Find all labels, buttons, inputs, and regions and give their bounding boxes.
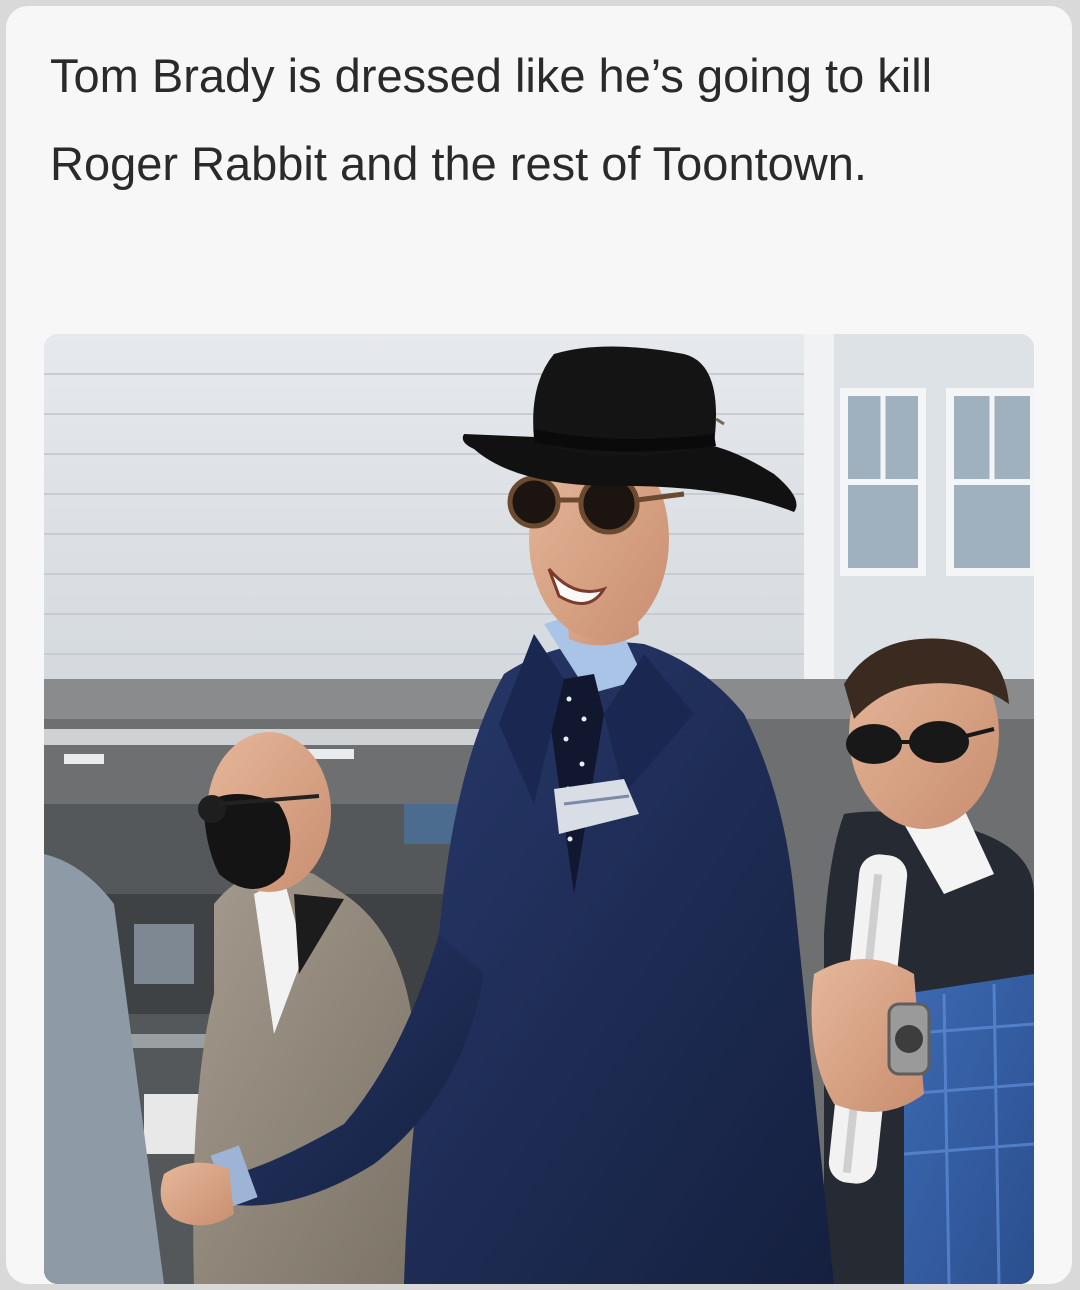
meme-photo [44,334,1034,1284]
photo-illustration [44,334,1034,1284]
hand [160,1162,234,1226]
meme-card: Tom Brady is dressed like he’s going to … [6,6,1072,1284]
meme-caption: Tom Brady is dressed like he’s going to … [50,49,933,190]
